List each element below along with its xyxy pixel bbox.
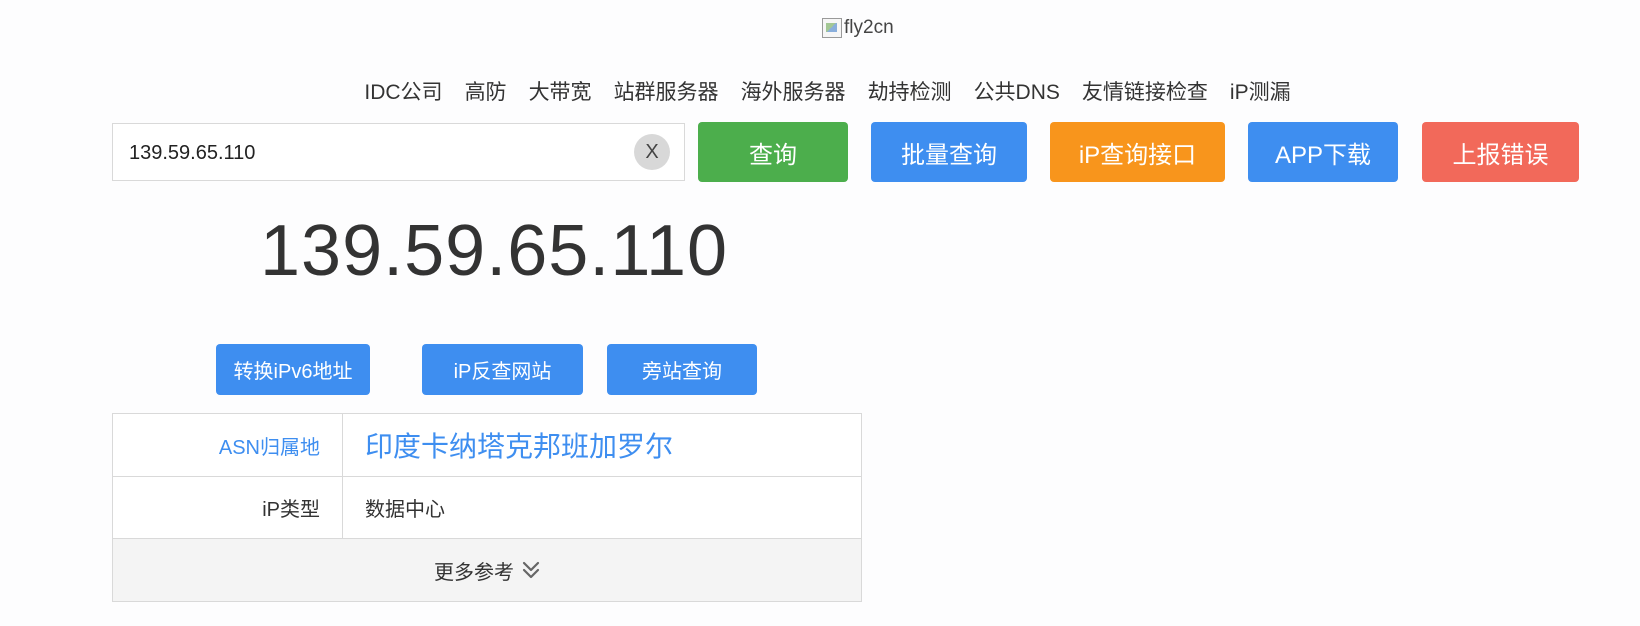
top-nav: IDC公司 高防 大带宽 站群服务器 海外服务器 劫持检测 公共DNS 友情链接…	[0, 76, 1640, 106]
broken-image-icon	[822, 18, 842, 38]
nav-item-dns[interactable]: 公共DNS	[974, 76, 1060, 106]
asn-value[interactable]: 印度卡纳塔克邦班加罗尔	[343, 414, 861, 476]
nav-item-link-check[interactable]: 友情链接检查	[1082, 76, 1208, 106]
ip-type-value: 数据中心	[365, 499, 445, 521]
table-row-ip-type: iP类型 数据中心	[113, 477, 861, 539]
ip-info-table: ASN归属地 印度卡纳塔克邦班加罗尔 iP类型 数据中心 更多参考	[112, 413, 862, 602]
ip-api-button[interactable]: iP查询接口	[1050, 122, 1225, 182]
side-site-query-button[interactable]: 旁站查询	[607, 344, 757, 395]
ip-search-input[interactable]	[127, 124, 611, 182]
nav-item-overseas[interactable]: 海外服务器	[741, 76, 846, 106]
more-reference-label: 更多参考	[434, 561, 514, 584]
nav-item-ip-leak[interactable]: iP测漏	[1230, 76, 1291, 106]
nav-item-idc[interactable]: IDC公司	[364, 76, 442, 106]
nav-item-bandwidth[interactable]: 大带宽	[529, 76, 592, 106]
asn-label: ASN归属地	[113, 414, 343, 476]
double-chevron-down-icon	[522, 561, 540, 579]
site-logo[interactable]: fly2cn	[822, 16, 894, 40]
report-error-button[interactable]: 上报错误	[1422, 122, 1579, 182]
logo-alt-text: fly2cn	[844, 17, 894, 38]
nav-item-hijack[interactable]: 劫持检测	[868, 76, 952, 106]
app-download-button[interactable]: APP下载	[1248, 122, 1398, 182]
convert-ipv6-button[interactable]: 转换iPv6地址	[216, 344, 370, 395]
nav-item-site-group[interactable]: 站群服务器	[614, 76, 719, 106]
ip-type-label: iP类型	[113, 477, 343, 538]
search-box: X	[112, 123, 685, 182]
query-button[interactable]: 查询	[698, 122, 848, 182]
more-reference-toggle[interactable]: 更多参考	[113, 539, 861, 601]
nav-item-ddos[interactable]: 高防	[465, 76, 507, 106]
table-row-asn: ASN归属地 印度卡纳塔克邦班加罗尔	[113, 414, 861, 477]
reverse-lookup-button[interactable]: iP反查网站	[422, 344, 583, 395]
batch-query-button[interactable]: 批量查询	[871, 122, 1027, 182]
clear-icon: X	[645, 140, 659, 163]
clear-button[interactable]: X	[634, 134, 670, 170]
result-ip-address: 139.59.65.110	[260, 211, 729, 291]
